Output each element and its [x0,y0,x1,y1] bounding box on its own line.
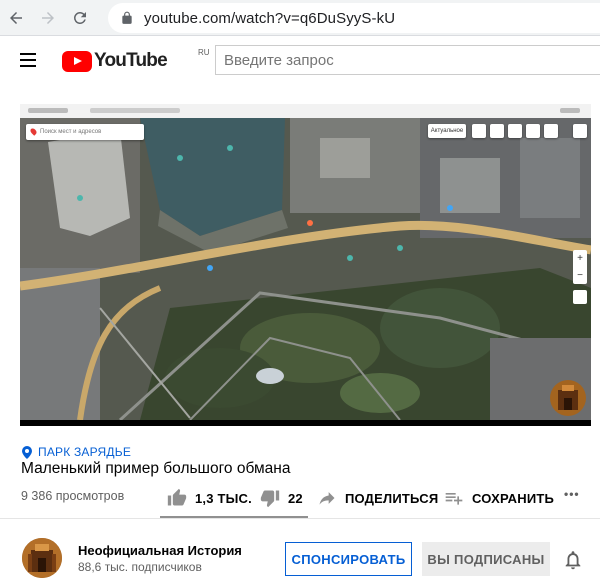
save-label: СОХРАНИТЬ [472,490,555,506]
map-zoom-control: + − [573,250,587,284]
like-count: 1,3 ТЫС. [195,490,252,506]
arrow-right-icon [42,11,54,24]
search-placeholder: Введите запрос [224,51,334,69]
map-tool-2 [490,124,504,138]
subscriber-count: 88,6 тыс. подписчиков [78,560,202,574]
bell-icon[interactable] [562,549,584,571]
map-search-box: Поиск мест и адресов [26,124,144,140]
lock-icon [122,11,132,24]
logo-text: YouTube [94,50,168,71]
hamburger-menu-icon[interactable] [18,50,42,70]
map-layer-control: Актуальное [428,124,466,138]
arrow-left-icon [10,11,22,24]
url-text: youtube.com/watch?v=q6DuSyyS-kU [144,9,396,27]
map-tool-1 [472,124,486,138]
channel-watermark [550,380,586,416]
view-count: 9 386 просмотров [21,489,125,503]
more-actions-icon[interactable]: ••• [564,487,580,501]
thumbs-up-icon [167,488,187,506]
play-logo-icon [62,50,92,72]
map-menu-icon [573,124,587,138]
reload-button[interactable] [64,2,96,34]
channel-logo-icon [550,380,586,416]
browser-toolbar: youtube.com/watch?v=q6DuSyyS-kU [0,0,600,36]
video-title: Маленький пример большого обмана [21,460,291,477]
sponsor-button[interactable]: СПОНСИРОВАТЬ [285,542,412,576]
youtube-header: YouTube RU Введите запрос [0,37,600,83]
channel-avatar-icon [22,538,62,578]
share-button[interactable]: ПОДЕЛИТЬСЯ [317,488,438,508]
forward-button[interactable] [32,2,64,34]
youtube-logo[interactable]: YouTube RU [62,48,210,73]
map-compass-icon [573,290,587,304]
address-bar[interactable]: youtube.com/watch?v=q6DuSyyS-kU [108,3,600,33]
map-imagery [20,118,591,420]
satellite-map: Поиск мест и адресов Актуальное + − [20,118,591,420]
save-button[interactable]: СОХРАНИТЬ [444,488,554,508]
video-player[interactable]: Поиск мест и адресов Актуальное + − [20,104,591,426]
logo-region: RU [198,48,210,57]
channel-avatar[interactable] [22,538,62,578]
channel-name[interactable]: Неофициальная История [78,543,242,558]
map-tool-3 [508,124,522,138]
share-label: ПОДЕЛИТЬСЯ [345,490,439,506]
thumbs-down-icon [260,490,280,508]
dislike-count: 22 [288,490,303,506]
map-tool-5 [544,124,558,138]
map-tool-4 [526,124,540,138]
share-arrow-icon [319,492,335,505]
location-pin-icon [22,445,32,459]
search-input[interactable]: Введите запрос [215,45,600,75]
embedded-browser-strip [20,104,591,118]
playlist-add-icon [445,493,463,505]
dislike-button[interactable]: 22 [260,488,303,508]
subscribed-button[interactable]: ВЫ ПОДПИСАНЫ [422,542,550,576]
reload-icon [73,11,86,24]
back-button[interactable] [0,2,32,34]
location-tag[interactable]: ПАРК ЗАРЯДЬЕ [22,445,131,459]
location-text: ПАРК ЗАРЯДЬЕ [38,445,132,459]
divider [0,518,600,519]
like-button[interactable]: 1,3 ТЫС. [167,488,252,508]
